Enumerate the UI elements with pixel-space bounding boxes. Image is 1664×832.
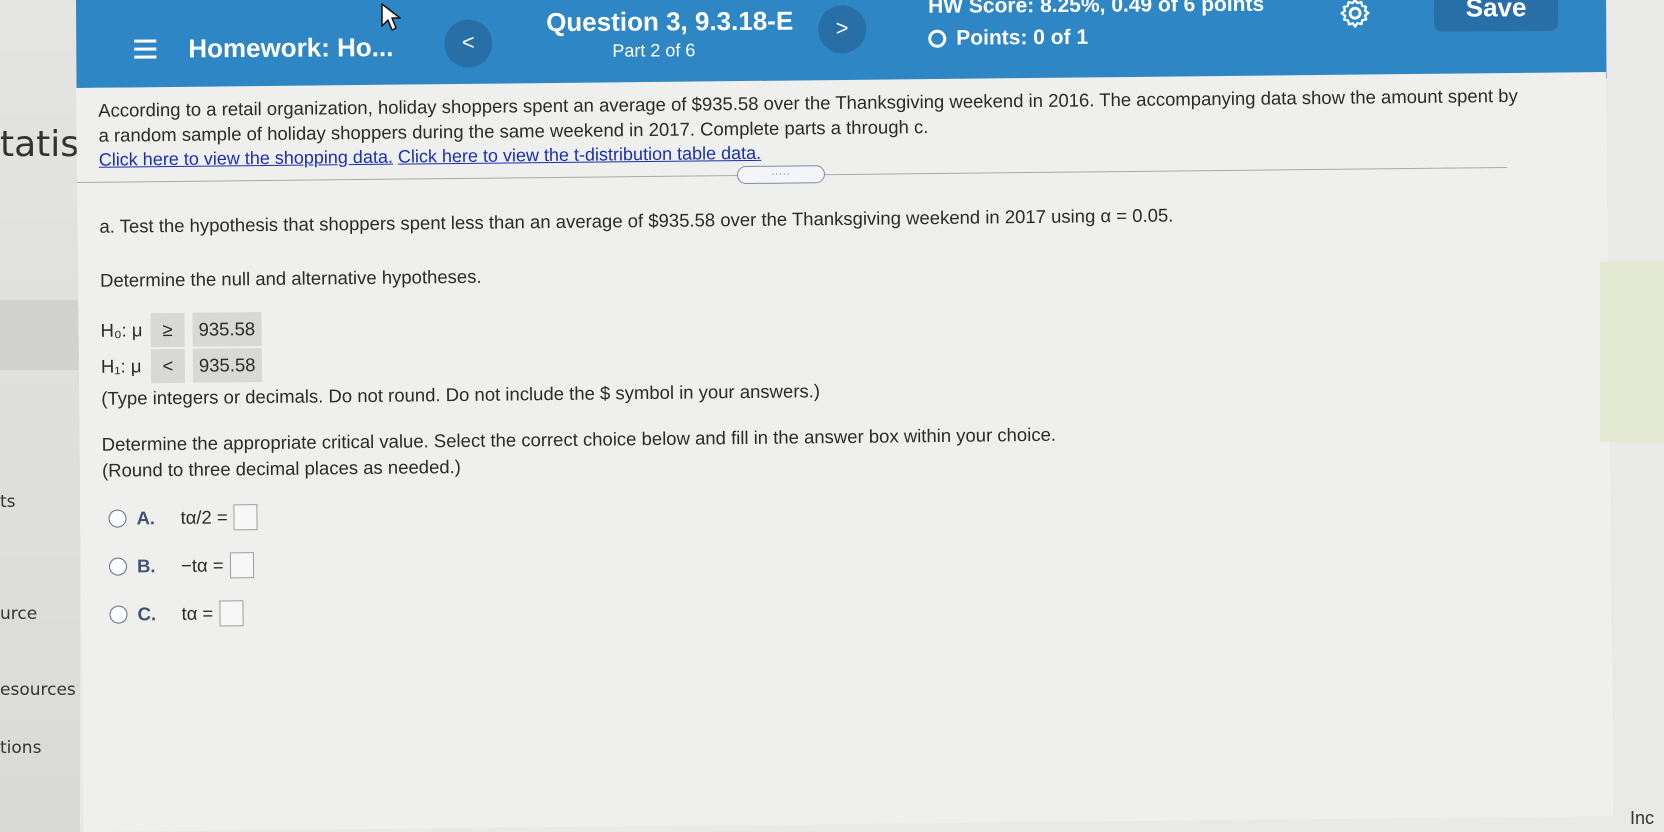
problem-intro: According to a retail organization, holi… (98, 84, 1518, 146)
choice-c-radio[interactable] (109, 605, 128, 624)
choice-c[interactable]: C. tα = (109, 600, 244, 627)
h1-symbol-select[interactable]: < (150, 348, 186, 384)
determine-hypotheses: Determine the null and alternative hypot… (99, 265, 482, 291)
h1-value-input[interactable]: 935.58 (192, 348, 262, 383)
h0-value-input[interactable]: 935.58 (192, 312, 262, 347)
h1-label: H₁: μ (100, 355, 142, 377)
choice-b-letter: B. (136, 555, 156, 577)
shopping-data-link[interactable]: Click here to view the shopping data. (99, 147, 393, 170)
sidebar-fragment-ts[interactable]: ts (0, 492, 16, 512)
corner-fragment: Inc (1630, 808, 1655, 828)
t-table-link[interactable]: Click here to view the t-distribution ta… (398, 143, 761, 167)
question-panel: According to a retail organization, holi… (76, 71, 1614, 832)
choice-c-letter: C. (137, 603, 157, 625)
choice-b-answer-box[interactable] (229, 552, 254, 579)
points-text: Points: 0 of 1 (956, 25, 1089, 50)
question-part: Part 2 of 6 (612, 40, 696, 61)
save-button[interactable]: Save (1433, 0, 1559, 32)
right-edge-panel (1600, 262, 1664, 442)
data-links: Click here to view the shopping data. Cl… (99, 143, 762, 171)
choice-a[interactable]: A. tα/2 = (108, 504, 258, 532)
choice-b-expression: −tα = (180, 554, 224, 576)
h0-label: H₀: μ (100, 319, 143, 341)
sidebar-fragment-resources[interactable]: esources (0, 680, 76, 700)
part-a-prompt: a. Test the hypothesis that shoppers spe… (99, 204, 1174, 237)
critical-value-prompt: Determine the appropriate critical value… (101, 423, 1057, 455)
sidebar-selected-block (0, 300, 80, 370)
choice-b-radio[interactable] (108, 557, 128, 576)
choice-a-letter: A. (136, 507, 156, 529)
type-note: (Type integers or decimals. Do not round… (101, 380, 821, 409)
choice-a-answer-box[interactable] (233, 504, 258, 531)
choice-a-expression: tα/2 = (180, 506, 228, 528)
points-circle-icon (928, 29, 947, 48)
null-hypothesis-row: H₀: μ ≥ 935.58 (100, 312, 262, 348)
sidebar-fragment-title: tatis (0, 124, 80, 165)
choice-a-radio[interactable] (108, 509, 127, 528)
homework-title[interactable]: Homework: Ho... (188, 32, 393, 64)
menu-icon[interactable] (134, 39, 157, 59)
question-title: Question 3, 9.3.18-E (546, 5, 794, 38)
next-question-button[interactable]: > (818, 5, 867, 54)
h0-symbol-select[interactable]: ≥ (150, 312, 185, 348)
hw-score: HW Score: 8.25%, 0.49 of 6 points (927, 0, 1265, 18)
previous-question-button[interactable]: < (444, 19, 493, 68)
left-sidebar: tatis ts urce esources tions (0, 0, 80, 832)
points-status: Points: 0 of 1 (928, 26, 1088, 51)
settings-gear-icon[interactable] (1338, 0, 1372, 30)
sidebar-fragment-urce[interactable]: urce (0, 604, 37, 624)
alternative-hypothesis-row: H₁: μ < 935.58 (101, 348, 262, 384)
expand-toggle[interactable]: ..... (736, 165, 826, 185)
mouse-cursor-icon (381, 3, 401, 31)
choice-c-answer-box[interactable] (219, 600, 244, 627)
sidebar-fragment-tions[interactable]: tions (0, 738, 41, 758)
round-note: (Round to three decimal places as needed… (101, 455, 462, 481)
choice-c-expression: tα = (181, 602, 214, 624)
choice-b[interactable]: B. −tα = (108, 552, 254, 580)
